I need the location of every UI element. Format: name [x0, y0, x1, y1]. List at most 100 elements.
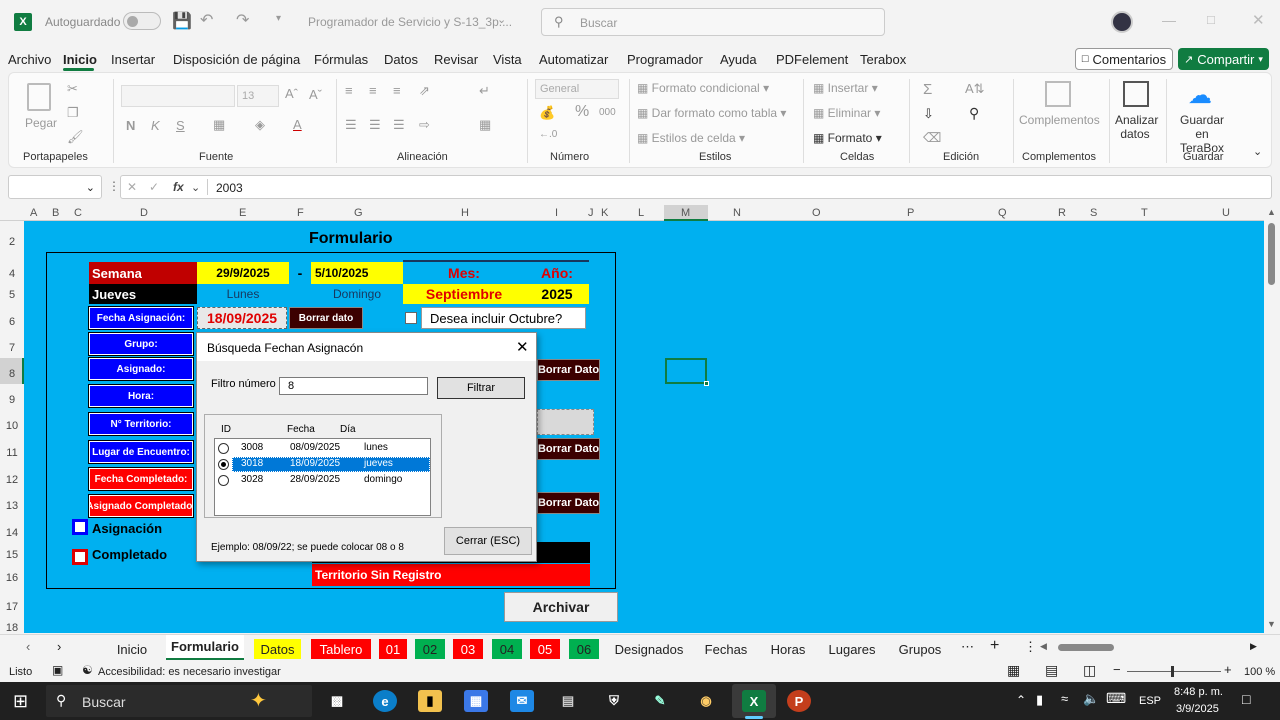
- sheet-tab-formulario[interactable]: Formulario: [166, 635, 244, 661]
- autosave-toggle[interactable]: [123, 12, 161, 30]
- indent-icon[interactable]: ⇨: [419, 117, 430, 133]
- wifi-icon[interactable]: ≈: [1061, 691, 1068, 706]
- align-right-icon[interactable]: ☰: [393, 117, 405, 133]
- accessibility-icon[interactable]: ☯: [82, 663, 93, 677]
- archivar-button[interactable]: Archivar: [504, 592, 618, 622]
- cut-icon[interactable]: ✂: [67, 81, 78, 97]
- row-header[interactable]: 15: [0, 549, 24, 561]
- avatar[interactable]: [1111, 11, 1133, 33]
- wrap-text-icon[interactable]: ↵: [479, 83, 490, 99]
- outlook-icon[interactable]: ✉: [510, 690, 534, 712]
- macro-record-icon[interactable]: ▣: [52, 663, 63, 677]
- col-header-p[interactable]: P: [907, 207, 914, 219]
- store-icon[interactable]: ▦: [464, 690, 488, 712]
- next-sheet-icon[interactable]: ›: [57, 639, 61, 654]
- save-terabox-label[interactable]: Guardar en TeraBox: [1174, 113, 1230, 155]
- row-header[interactable]: 14: [0, 527, 24, 539]
- accessibility-status[interactable]: Accesibilidad: es necesario investigar: [98, 666, 281, 678]
- tab-archivo[interactable]: Archivo: [8, 52, 51, 67]
- incluir-octubre-checkbox[interactable]: [405, 312, 417, 324]
- insert-cells-button[interactable]: ▦ Insertar ▾: [813, 81, 878, 95]
- scroll-up-icon[interactable]: ▲: [1267, 207, 1276, 217]
- scroll-left-icon[interactable]: ◀: [1040, 641, 1047, 652]
- decimal-icon[interactable]: ←.0: [539, 129, 557, 140]
- horizontal-scrollbar[interactable]: ◀ ▶: [1040, 641, 1264, 655]
- row-header[interactable]: 12: [0, 474, 24, 486]
- row-header[interactable]: 7: [0, 342, 24, 354]
- tab-disposicion[interactable]: Disposición de página: [173, 52, 300, 67]
- tab-vista[interactable]: Vista: [493, 52, 522, 67]
- radio-button[interactable]: [218, 475, 229, 486]
- sheet-tab-horas[interactable]: Horas: [764, 639, 812, 659]
- copy-icon[interactable]: ❐: [67, 105, 79, 121]
- col-header-e[interactable]: E: [239, 207, 246, 219]
- list-item[interactable]: 3008 08/09/2025 lunes: [215, 441, 430, 456]
- scroll-thumb[interactable]: [1268, 223, 1275, 285]
- active-cell[interactable]: [665, 358, 709, 386]
- document-title[interactable]: Programador de Servicio y S-13_3p....: [308, 15, 512, 29]
- format-cells-button[interactable]: ▦ Formato ▾: [813, 131, 882, 145]
- chevron-down-icon[interactable]: ⌄: [497, 13, 506, 26]
- fill-icon[interactable]: ⇩: [923, 106, 934, 122]
- filter-button[interactable]: Filtrar: [437, 377, 525, 399]
- table-format-button[interactable]: ▦ Dar formato como tabla ▾: [637, 106, 786, 120]
- col-header-i[interactable]: I: [555, 207, 558, 219]
- tray-chevron-icon[interactable]: ⌃: [1016, 693, 1026, 707]
- align-middle-icon[interactable]: ≡: [369, 83, 377, 98]
- edge-icon[interactable]: e: [373, 690, 397, 712]
- sheet-tab-01[interactable]: 01: [379, 639, 407, 659]
- analyze-data-icon[interactable]: [1123, 81, 1149, 107]
- more-icon[interactable]: ⋮: [1024, 639, 1037, 655]
- col-header-u[interactable]: U: [1222, 207, 1230, 219]
- row-header[interactable]: 4: [0, 268, 24, 280]
- radio-button[interactable]: [218, 443, 229, 454]
- addins-label[interactable]: Complementos: [1019, 113, 1100, 127]
- col-header-m[interactable]: M: [681, 207, 690, 219]
- page-layout-icon[interactable]: ▤: [1045, 662, 1058, 679]
- name-box[interactable]: ⌄: [8, 175, 102, 199]
- more-sheets-icon[interactable]: ⋯: [961, 639, 974, 655]
- sheet-tab-tablero[interactable]: Tablero: [311, 639, 371, 659]
- page-break-icon[interactable]: ◫: [1083, 662, 1096, 679]
- file-explorer-icon[interactable]: ▮: [418, 690, 442, 712]
- formula-input[interactable]: ✕ ✓ fx ⌄ 2003: [120, 175, 1272, 199]
- tab-terabox[interactable]: Terabox: [860, 52, 906, 67]
- language-indicator[interactable]: ESP: [1139, 695, 1161, 707]
- underline-button[interactable]: S: [176, 118, 185, 133]
- fecha-asignacion-value[interactable]: 18/09/2025: [197, 307, 287, 329]
- row-header[interactable]: 5: [0, 289, 24, 301]
- zoom-out-icon[interactable]: −: [1113, 662, 1121, 677]
- paint-icon[interactable]: ◉: [694, 690, 718, 712]
- minimize-icon[interactable]: —: [1162, 12, 1176, 28]
- radio-button[interactable]: [218, 459, 229, 470]
- borders-icon[interactable]: ▦: [213, 117, 225, 133]
- notification-icon[interactable]: □: [1242, 691, 1250, 707]
- col-header-j[interactable]: J: [588, 207, 594, 219]
- customize-qat-icon[interactable]: ▾: [276, 13, 281, 24]
- col-header-o[interactable]: O: [812, 207, 821, 219]
- battery-icon[interactable]: ▮: [1036, 692, 1043, 708]
- col-header-f[interactable]: F: [297, 207, 304, 219]
- select-all-corner[interactable]: [0, 205, 24, 221]
- borrar-dato-button-4[interactable]: Borrar Dato: [537, 492, 600, 514]
- row-header[interactable]: 17: [0, 601, 24, 613]
- addins-icon[interactable]: [1045, 81, 1071, 107]
- align-left-icon[interactable]: ☰: [345, 117, 357, 133]
- paste-label[interactable]: Pegar: [25, 116, 57, 130]
- borrar-dato-button[interactable]: Borrar dato: [289, 307, 363, 329]
- col-header-r[interactable]: R: [1058, 207, 1066, 219]
- col-header-g[interactable]: G: [354, 207, 363, 219]
- thousands-icon[interactable]: 000: [599, 107, 616, 118]
- col-header-h[interactable]: H: [461, 207, 469, 219]
- col-header-n[interactable]: N: [733, 207, 741, 219]
- percent-icon[interactable]: %: [575, 103, 589, 121]
- format-painter-icon[interactable]: 🖌: [67, 129, 84, 145]
- tab-insertar[interactable]: Insertar: [111, 52, 155, 67]
- clock-date[interactable]: 3/9/2025: [1176, 703, 1219, 715]
- chevron-down-icon[interactable]: ⌄: [191, 181, 200, 194]
- undo-icon[interactable]: ↶: [200, 10, 213, 30]
- keyboard-icon[interactable]: ⌨: [1106, 690, 1126, 707]
- col-header-t[interactable]: T: [1141, 207, 1148, 219]
- volume-icon[interactable]: 🔈: [1083, 691, 1099, 707]
- orientation-icon[interactable]: ⇗: [419, 83, 430, 99]
